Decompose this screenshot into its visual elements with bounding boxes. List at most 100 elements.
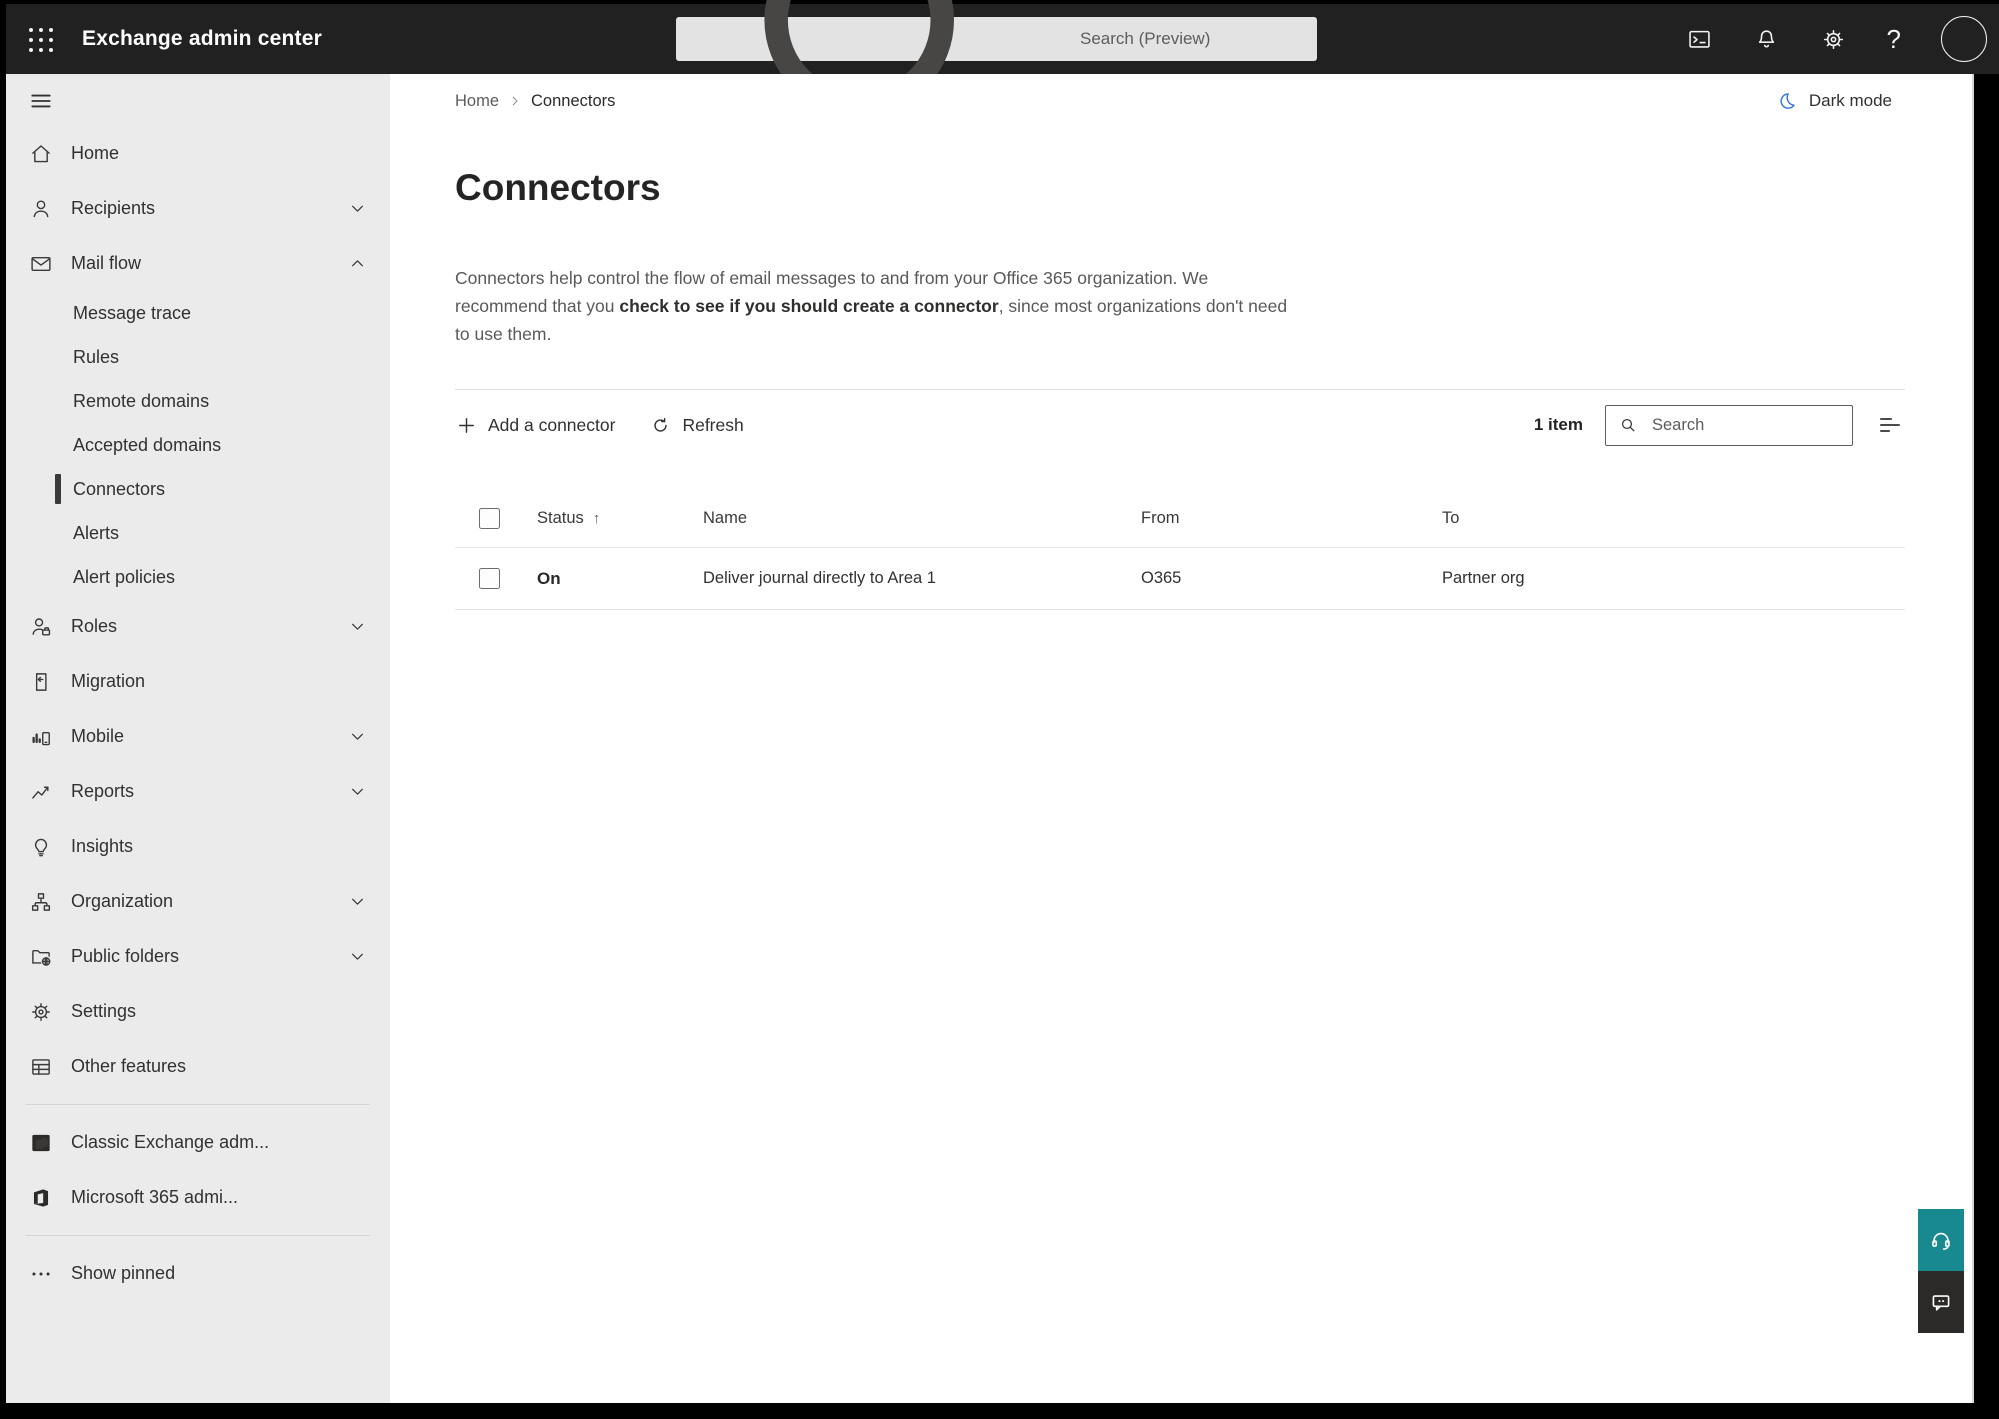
sidebar-item-label: Mail flow — [71, 253, 142, 273]
sidebar-item-mobile[interactable]: Mobile — [6, 709, 390, 764]
add-connector-label: Add a connector — [488, 414, 616, 435]
sidebar-item-reports[interactable]: Reports — [6, 764, 390, 819]
sidebar-item-label: Alerts — [73, 522, 120, 543]
sidebar-item-classic-exchange-admin[interactable]: E Classic Exchange adm... — [6, 1115, 390, 1170]
add-connector-button[interactable]: Add a connector — [455, 414, 615, 437]
hamburger-menu-icon[interactable] — [28, 88, 54, 114]
list-search-box[interactable] — [1605, 404, 1853, 446]
breadcrumb-home-link[interactable]: Home — [455, 92, 499, 111]
sidebar-item-label: Connectors — [73, 478, 166, 499]
lightbulb-icon — [28, 834, 54, 860]
gear-icon — [28, 999, 54, 1025]
sidebar-item-insights[interactable]: Insights — [6, 819, 390, 874]
sidebar-item-label: Accepted domains — [73, 434, 222, 455]
app-title: Exchange admin center — [82, 27, 322, 50]
sidebar-divider — [26, 1104, 370, 1105]
select-all-checkbox[interactable] — [479, 508, 500, 529]
item-count: 1 item — [1533, 415, 1583, 434]
account-avatar[interactable] — [1941, 16, 1987, 62]
page-description: Connectors help control the flow of emai… — [455, 264, 1295, 348]
chevron-down-icon[interactable] — [347, 198, 368, 219]
sidebar-item-home[interactable]: Home — [6, 126, 390, 181]
help-icon[interactable]: ? — [1887, 26, 1901, 52]
sidebar-divider — [26, 1235, 370, 1236]
sidebar-item-label: Reports — [71, 781, 135, 801]
person-icon — [28, 196, 54, 222]
sidebar-item-label: Migration — [71, 671, 146, 691]
sidebar-item-label: Alert policies — [73, 566, 176, 587]
dark-mode-label: Dark mode — [1808, 91, 1892, 110]
support-button-stack — [1918, 1209, 1964, 1333]
sidebar-item-other-features[interactable]: Other features — [6, 1039, 390, 1094]
grid-table-icon — [28, 1054, 54, 1080]
check-connector-link[interactable]: check to see if you should create a conn… — [619, 296, 998, 316]
chevron-down-icon[interactable] — [347, 781, 368, 802]
global-search-box[interactable] — [676, 0, 1317, 161]
sidebar-item-roles[interactable]: Roles — [6, 599, 390, 654]
sidebar-item-label: Message trace — [73, 302, 192, 323]
sidebar-item-alert-policies[interactable]: Alert policies — [6, 555, 390, 599]
column-header-status[interactable]: Status — [537, 509, 584, 528]
chevron-down-icon[interactable] — [347, 616, 368, 637]
dark-mode-toggle[interactable]: Dark mode — [1776, 90, 1892, 112]
table-header-row: Status ↑ Name From To — [455, 490, 1905, 548]
global-search-input[interactable] — [1078, 28, 1303, 50]
list-search-input[interactable] — [1650, 414, 1840, 436]
refresh-label: Refresh — [682, 414, 744, 435]
sidebar-item-organization[interactable]: Organization — [6, 874, 390, 929]
column-header-from[interactable]: From — [1141, 509, 1180, 527]
notifications-bell-icon[interactable] — [1753, 26, 1780, 53]
sidebar-item-microsoft-365-admin[interactable]: Microsoft 365 admi... — [6, 1170, 390, 1225]
chat-bubble-icon — [1932, 1295, 1950, 1311]
sidebar-item-connectors-selected[interactable]: Connectors — [6, 467, 390, 511]
connector-from: O365 — [1141, 569, 1182, 587]
sidebar-item-remote-domains[interactable]: Remote domains — [6, 379, 390, 423]
sidebar-item-migration[interactable]: Migration — [6, 654, 390, 709]
connectors-table: Status ↑ Name From To On Deliver journal… — [455, 490, 1905, 610]
connector-status: On — [537, 568, 561, 588]
exchange-logo-icon: E — [28, 1130, 54, 1156]
sidebar-item-label: Insights — [71, 836, 134, 856]
column-header-to[interactable]: To — [1442, 509, 1459, 527]
sidebar-item-label: Organization — [71, 891, 174, 911]
sidebar-item-public-folders[interactable]: Public folders — [6, 929, 390, 984]
powershell-terminal-icon[interactable] — [1686, 26, 1713, 53]
app-launcher-icon[interactable] — [28, 27, 54, 53]
table-row[interactable]: On Deliver journal directly to Area 1 O3… — [455, 548, 1905, 610]
sidebar-item-recipients[interactable]: Recipients — [6, 181, 390, 236]
sort-ascending-icon[interactable]: ↑ — [593, 510, 601, 527]
sidebar-item-settings[interactable]: Settings — [6, 984, 390, 1039]
left-navigation: Home Recipients Mail flow Message trace … — [6, 74, 390, 1403]
connector-name[interactable]: Deliver journal directly to Area 1 — [703, 569, 936, 587]
sidebar-item-rules[interactable]: Rules — [6, 335, 390, 379]
chevron-down-icon[interactable] — [347, 726, 368, 747]
help-support-button[interactable] — [1918, 1209, 1964, 1271]
chevron-down-icon[interactable] — [347, 946, 368, 967]
sidebar-item-alerts[interactable]: Alerts — [6, 511, 390, 555]
mail-icon — [28, 251, 54, 277]
sidebar-item-message-trace[interactable]: Message trace — [6, 291, 390, 335]
page-title: Connectors — [455, 167, 661, 208]
chevron-down-icon[interactable] — [347, 891, 368, 912]
top-app-bar: Exchange admin center ? — [6, 0, 1999, 161]
breadcrumb: Home Connectors — [455, 86, 615, 116]
headset-icon — [1932, 1232, 1950, 1250]
chevron-up-icon[interactable] — [347, 253, 368, 274]
column-header-name[interactable]: Name — [703, 509, 747, 527]
org-chart-icon — [28, 889, 54, 915]
row-checkbox[interactable] — [479, 568, 500, 589]
feedback-chat-button[interactable] — [1918, 1271, 1964, 1333]
sidebar-item-label: Remote domains — [73, 390, 210, 411]
sidebar-item-mail-flow[interactable]: Mail flow — [6, 236, 390, 291]
sidebar-item-accepted-domains[interactable]: Accepted domains — [6, 423, 390, 467]
sidebar-item-show-pinned[interactable]: Show pinned — [6, 1246, 390, 1301]
document-arrow-icon — [28, 669, 54, 695]
sidebar-item-label: Public folders — [71, 946, 180, 966]
list-toolbar: Add a connector Refresh 1 item — [455, 390, 1905, 460]
chevron-right-icon — [512, 96, 518, 106]
sidebar-item-label: Mobile — [71, 726, 125, 746]
filter-button[interactable] — [1875, 410, 1905, 440]
sidebar-item-label: Settings — [71, 1001, 137, 1021]
refresh-button[interactable]: Refresh — [649, 414, 744, 437]
settings-gear-icon[interactable] — [1820, 26, 1847, 53]
